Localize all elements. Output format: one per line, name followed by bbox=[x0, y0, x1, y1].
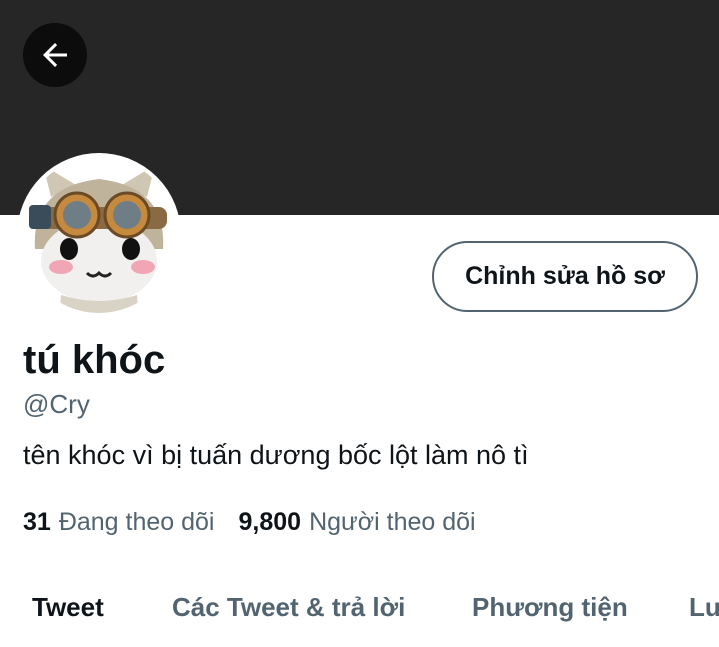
avatar[interactable] bbox=[17, 153, 181, 317]
following-count: 31 bbox=[23, 508, 51, 536]
profile-tabs: Tweet Các Tweet & trả lời Phương tiện Lư… bbox=[0, 580, 719, 640]
tab-tweets[interactable]: Tweet bbox=[32, 590, 104, 624]
tab-tweets-and-replies[interactable]: Các Tweet & trả lời bbox=[172, 590, 405, 624]
follow-stats: 31 Đang theo dõi 9,800 Người theo dõi bbox=[23, 505, 476, 539]
followers-label: Người theo dõi bbox=[309, 508, 476, 536]
followers-count: 9,800 bbox=[238, 508, 302, 536]
arrow-left-icon bbox=[43, 43, 67, 67]
profile-bio: tên khóc vì bị tuấn dương bốc lột làm nô… bbox=[23, 440, 529, 470]
followers-link[interactable]: 9,800 Người theo dõi bbox=[239, 505, 476, 539]
back-button[interactable] bbox=[23, 23, 87, 87]
following-link[interactable]: 31 Đang theo dõi bbox=[23, 505, 215, 539]
tab-likes[interactable]: Lượt thích bbox=[689, 590, 719, 624]
following-label: Đang theo dõi bbox=[58, 508, 215, 536]
display-name: tú khóc bbox=[23, 338, 166, 382]
cat-aviator-avatar bbox=[21, 157, 177, 313]
tab-media[interactable]: Phương tiện bbox=[472, 590, 628, 624]
username-handle: @Cry bbox=[23, 389, 90, 419]
edit-profile-button[interactable]: Chỉnh sửa hồ sơ bbox=[432, 241, 698, 312]
